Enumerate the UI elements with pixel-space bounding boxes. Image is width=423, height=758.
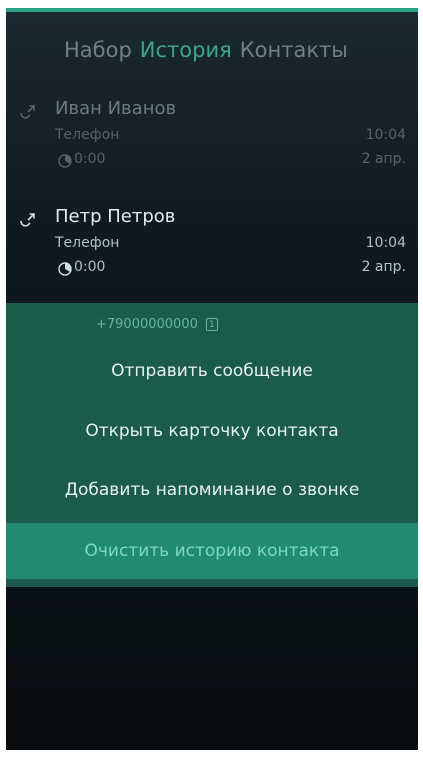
call-time: 10:04 [365,235,406,251]
contact-name: Иван Иванов [55,98,177,119]
tab-contacts[interactable]: Контакты [240,38,348,62]
duration-icon [58,154,72,168]
call-duration: 0:00 [74,151,106,167]
duration-icon [58,262,72,276]
call-date: 2 апр. [361,151,406,167]
tab-dialer[interactable]: Набор [64,38,132,62]
tab-history[interactable]: История [140,38,232,62]
call-date: 2 апр. [361,259,406,275]
context-menu: +79000000000 1 Отправить сообщение Откры… [6,303,418,587]
clear-contact-history-item[interactable]: Очистить историю контакта [6,523,418,579]
tab-bar: Набор История Контакты [64,38,412,62]
call-entry-selected[interactable]: Петр Петров Телефон 10:04 0:00 2 апр. [6,206,418,296]
add-call-reminder-item[interactable]: Добавить напоминание о звонке [6,480,418,500]
outgoing-call-icon [20,213,35,227]
phone-screen: Набор История Контакты Иван Иванов Телеф… [6,8,418,750]
call-time: 10:04 [365,127,406,143]
contact-name: Петр Петров [55,206,176,227]
sim-card-icon: 1 [205,318,218,331]
phone-number-row: +79000000000 1 [96,317,218,332]
outgoing-call-icon [20,105,35,119]
call-type: Телефон [55,127,120,143]
call-duration: 0:00 [74,259,106,275]
open-contact-card-item[interactable]: Открыть карточку контакта [6,421,418,441]
send-message-item[interactable]: Отправить сообщение [6,361,418,381]
call-entry[interactable]: Иван Иванов Телефон 10:04 0:00 2 апр. [6,98,418,188]
status-accent-bar [6,8,418,12]
call-type: Телефон [55,235,120,251]
phone-number: +79000000000 [96,317,198,332]
